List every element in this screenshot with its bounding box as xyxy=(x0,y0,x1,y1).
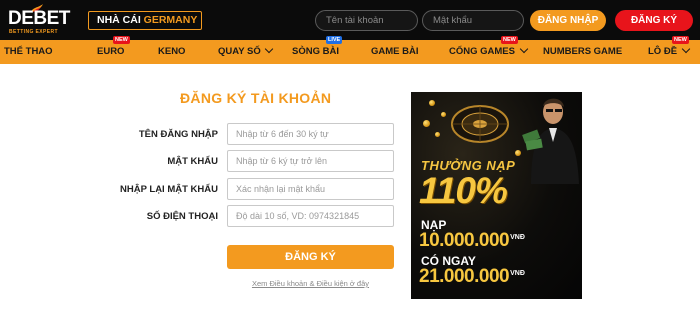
nav-item-label: NUMBERS GAME xyxy=(543,46,623,57)
nav-item-cong-games[interactable]: CỔNG GAMES NEW xyxy=(449,36,528,64)
nav-item-the-thao[interactable]: THỂ THAO xyxy=(4,40,53,64)
username-field[interactable] xyxy=(227,123,394,145)
partner-badge: NHÀ CÁI GERMANY xyxy=(88,11,202,30)
main-nav: THỂ THAO EURO NEW KENO QUAY SỐ SÒNG BÀI … xyxy=(0,36,700,64)
currency-label: VNĐ xyxy=(510,233,525,241)
bonus-amount-value: 21.000.000 xyxy=(419,266,510,287)
nav-item-quay-so[interactable]: QUAY SỐ xyxy=(218,40,274,64)
new-badge: NEW xyxy=(113,36,130,44)
partner-name: GERMANY xyxy=(143,14,198,26)
nav-item-label: GAME BÀI xyxy=(371,46,419,57)
mascot-figure-icon xyxy=(522,98,579,184)
nav-item-euro[interactable]: EURO NEW xyxy=(97,36,130,64)
coin-icon xyxy=(435,132,440,137)
header-register-button[interactable]: ĐĂNG KÝ xyxy=(615,10,693,31)
chevron-down-icon xyxy=(519,44,528,54)
currency-label: VNĐ xyxy=(510,269,525,277)
logo-text: DEBET xyxy=(8,8,70,29)
username-label: TÊN ĐĂNG NHẬP xyxy=(138,129,218,140)
roulette-wheel-icon xyxy=(451,105,509,143)
form-title: ĐĂNG KÝ TÀI KHOẢN xyxy=(180,90,332,106)
top-bar: DEBET BETTING EXPERT NHÀ CÁI GERMANY ĐĂN… xyxy=(0,0,700,40)
nav-item-game-bai[interactable]: GAME BÀI xyxy=(371,40,419,64)
nav-item-label: SÒNG BÀI xyxy=(292,46,339,57)
nav-item-label: LÔ ĐỀ xyxy=(648,46,678,57)
header-username-input[interactable] xyxy=(315,10,418,31)
deposit-amount-value: 10.000.000 xyxy=(419,230,510,251)
phone-label: SỐ ĐIỆN THOẠI xyxy=(146,211,218,222)
nav-item-song-bai[interactable]: SÒNG BÀI LIVE xyxy=(292,36,343,64)
banner-percent: 110% xyxy=(419,170,508,211)
nav-item-label: CỔNG GAMES xyxy=(449,46,515,57)
confirm-password-field[interactable] xyxy=(227,178,394,200)
nav-item-lo-de[interactable]: LÔ ĐỀ NEW xyxy=(648,36,690,64)
nav-item-label: QUAY SỐ xyxy=(218,46,261,57)
live-badge: LIVE xyxy=(326,36,343,44)
login-button[interactable]: ĐĂNG NHẬP xyxy=(530,10,606,31)
nav-item-numbers-game[interactable]: NUMBERS GAME xyxy=(543,40,622,64)
banner-bonus-amount: 21.000.000VNĐ xyxy=(419,266,525,288)
coin-icon xyxy=(515,150,521,156)
nav-item-label: THỂ THAO xyxy=(4,46,53,57)
coin-icon xyxy=(423,120,430,127)
nav-item-label: KENO xyxy=(158,46,186,57)
password-field[interactable] xyxy=(227,150,394,172)
nav-item-keno[interactable]: KENO xyxy=(158,40,185,64)
chevron-down-icon xyxy=(265,44,274,54)
brand-logo[interactable]: DEBET BETTING EXPERT xyxy=(8,4,70,35)
new-badge: NEW xyxy=(672,36,689,44)
banner-deposit-amount: 10.000.000VNĐ xyxy=(419,230,525,252)
chevron-down-icon xyxy=(681,44,690,54)
confirm-password-label: NHẬP LẠI MẬT KHẨU xyxy=(120,184,218,195)
nav-item-label: EURO xyxy=(97,46,125,57)
new-badge: NEW xyxy=(501,36,518,44)
header-password-input[interactable] xyxy=(422,10,524,31)
logo-tagline: BETTING EXPERT xyxy=(9,29,58,35)
phone-field[interactable] xyxy=(227,205,394,227)
partner-prefix: NHÀ CÁI xyxy=(97,14,141,26)
coin-icon xyxy=(429,100,435,106)
password-label: MẬT KHẨU xyxy=(167,156,218,167)
coin-icon xyxy=(441,112,446,117)
register-submit-button[interactable]: ĐĂNG KÝ xyxy=(227,245,394,269)
terms-link[interactable]: Xem Điều khoản & Điều kiện ở đây xyxy=(227,279,394,288)
promo-banner[interactable]: THƯỞNG NẠP 110% NẠP 10.000.000VNĐ CÓ NGA… xyxy=(411,92,582,299)
